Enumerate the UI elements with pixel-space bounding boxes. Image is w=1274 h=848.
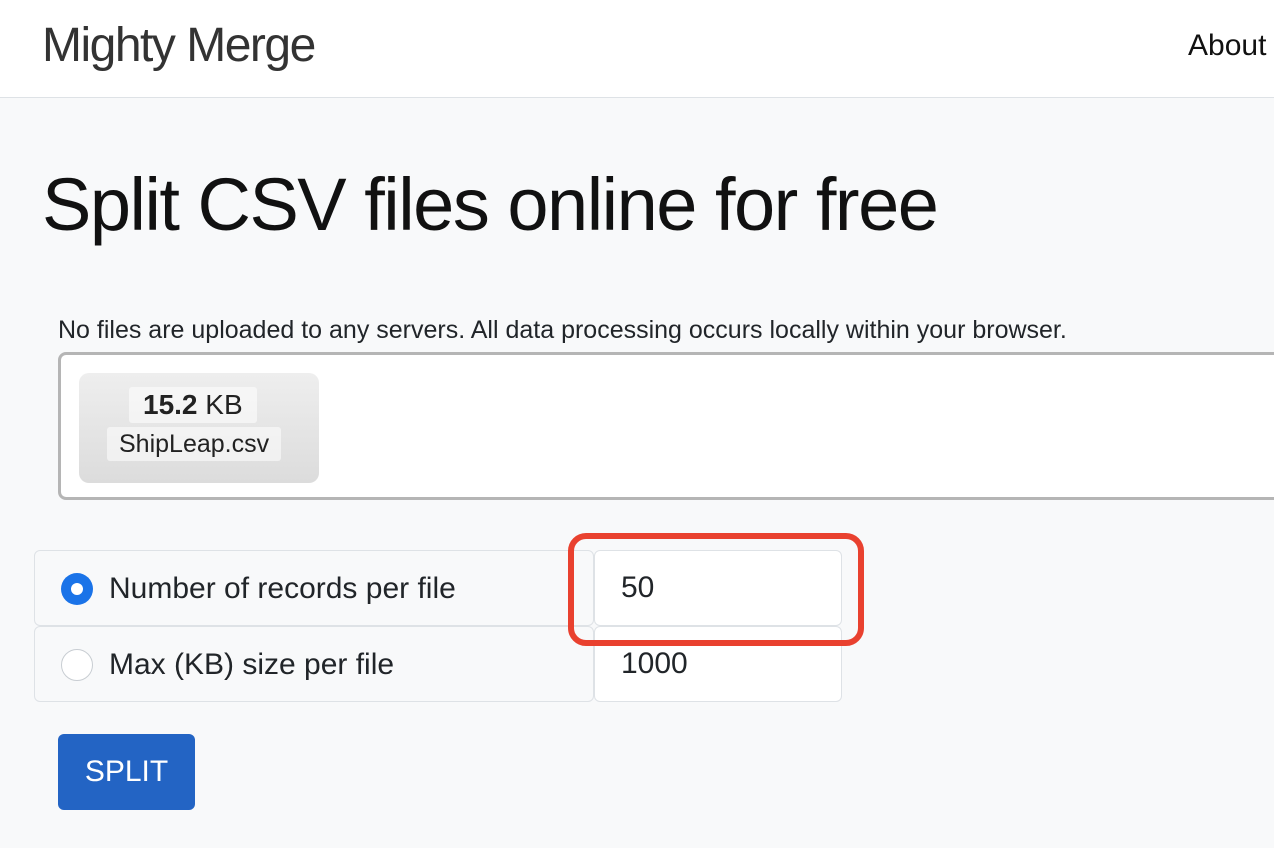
records-per-file-input[interactable] (594, 550, 842, 626)
radio-max-size-per-file[interactable] (61, 649, 93, 681)
file-name: ShipLeap.csv (107, 427, 282, 461)
option-records-per-file[interactable]: Number of records per file (34, 550, 594, 626)
brand-logo[interactable]: Mighty Merge (42, 18, 316, 74)
nav-link-about[interactable]: About (1188, 24, 1266, 68)
file-size-unit: KB (205, 389, 243, 420)
option-records-label: Number of records per file (109, 572, 456, 605)
max-size-per-file-input[interactable] (594, 626, 842, 702)
page-title: Split CSV files online for free (42, 163, 939, 246)
option-max-size-label: Max (KB) size per file (109, 648, 395, 681)
split-button[interactable]: SPLIT (58, 734, 195, 810)
privacy-notice: No files are uploaded to any servers. Al… (58, 316, 1067, 344)
radio-records-per-file[interactable] (61, 573, 93, 605)
file-size: 15.2 KB (129, 387, 257, 423)
file-size-value: 15.2 (143, 389, 198, 420)
file-preview[interactable]: 15.2 KB ShipLeap.csv (79, 373, 319, 483)
file-dropzone[interactable]: 15.2 KB ShipLeap.csv (58, 352, 1274, 500)
navbar: Mighty Merge About (0, 0, 1274, 98)
option-max-size-per-file[interactable]: Max (KB) size per file (34, 626, 594, 702)
